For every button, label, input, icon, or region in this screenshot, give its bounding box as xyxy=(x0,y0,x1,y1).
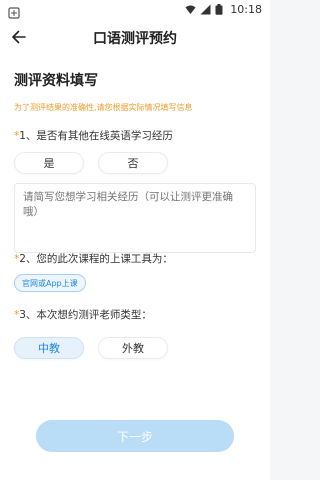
wifi-icon xyxy=(185,4,196,15)
experience-textarea[interactable] xyxy=(14,183,256,253)
main-content: 测评资料填写 为了测评结果的准确性,请您根据实际情况填写信息 *1、是否有其他在… xyxy=(0,54,270,480)
form-card: 测评资料填写 为了测评结果的准确性,请您根据实际情况填写信息 *1、是否有其他在… xyxy=(0,54,270,480)
notification-icon xyxy=(8,4,20,19)
question-3-label: 3、本次想约测评老师类型： xyxy=(19,309,152,321)
teacher-chinese-button[interactable]: 中教 xyxy=(14,337,84,359)
status-icons: 10:18 xyxy=(185,3,262,16)
accuracy-notice: 为了测评结果的准确性,请您根据实际情况填写信息 xyxy=(14,103,193,112)
class-tool-tag[interactable]: 官网或App上课 xyxy=(14,274,86,292)
teacher-foreign-button[interactable]: 外教 xyxy=(98,337,168,359)
question-3: *3、本次想约测评老师类型： xyxy=(14,307,152,322)
section-title: 测评资料填写 xyxy=(14,73,98,89)
option-no-button[interactable]: 否 xyxy=(98,152,168,174)
status-bar: 10:18 xyxy=(0,0,270,20)
question-2: *2、您的此次课程的上课工具为： xyxy=(14,251,173,266)
question-2-label: 2、您的此次课程的上课工具为： xyxy=(19,253,173,265)
question-1: *1、是否有其他在线英语学习经历 xyxy=(14,128,173,143)
option-yes-button[interactable]: 是 xyxy=(14,152,84,174)
status-time: 10:18 xyxy=(230,3,262,16)
next-step-button[interactable]: 下一步 xyxy=(36,420,234,452)
battery-icon xyxy=(215,4,226,15)
question-1-label: 1、是否有其他在线英语学习经历 xyxy=(19,130,173,142)
app-bar: 口语测评预约 xyxy=(0,20,270,54)
signal-icon xyxy=(200,4,211,15)
page-title: 口语测评预约 xyxy=(93,31,177,47)
